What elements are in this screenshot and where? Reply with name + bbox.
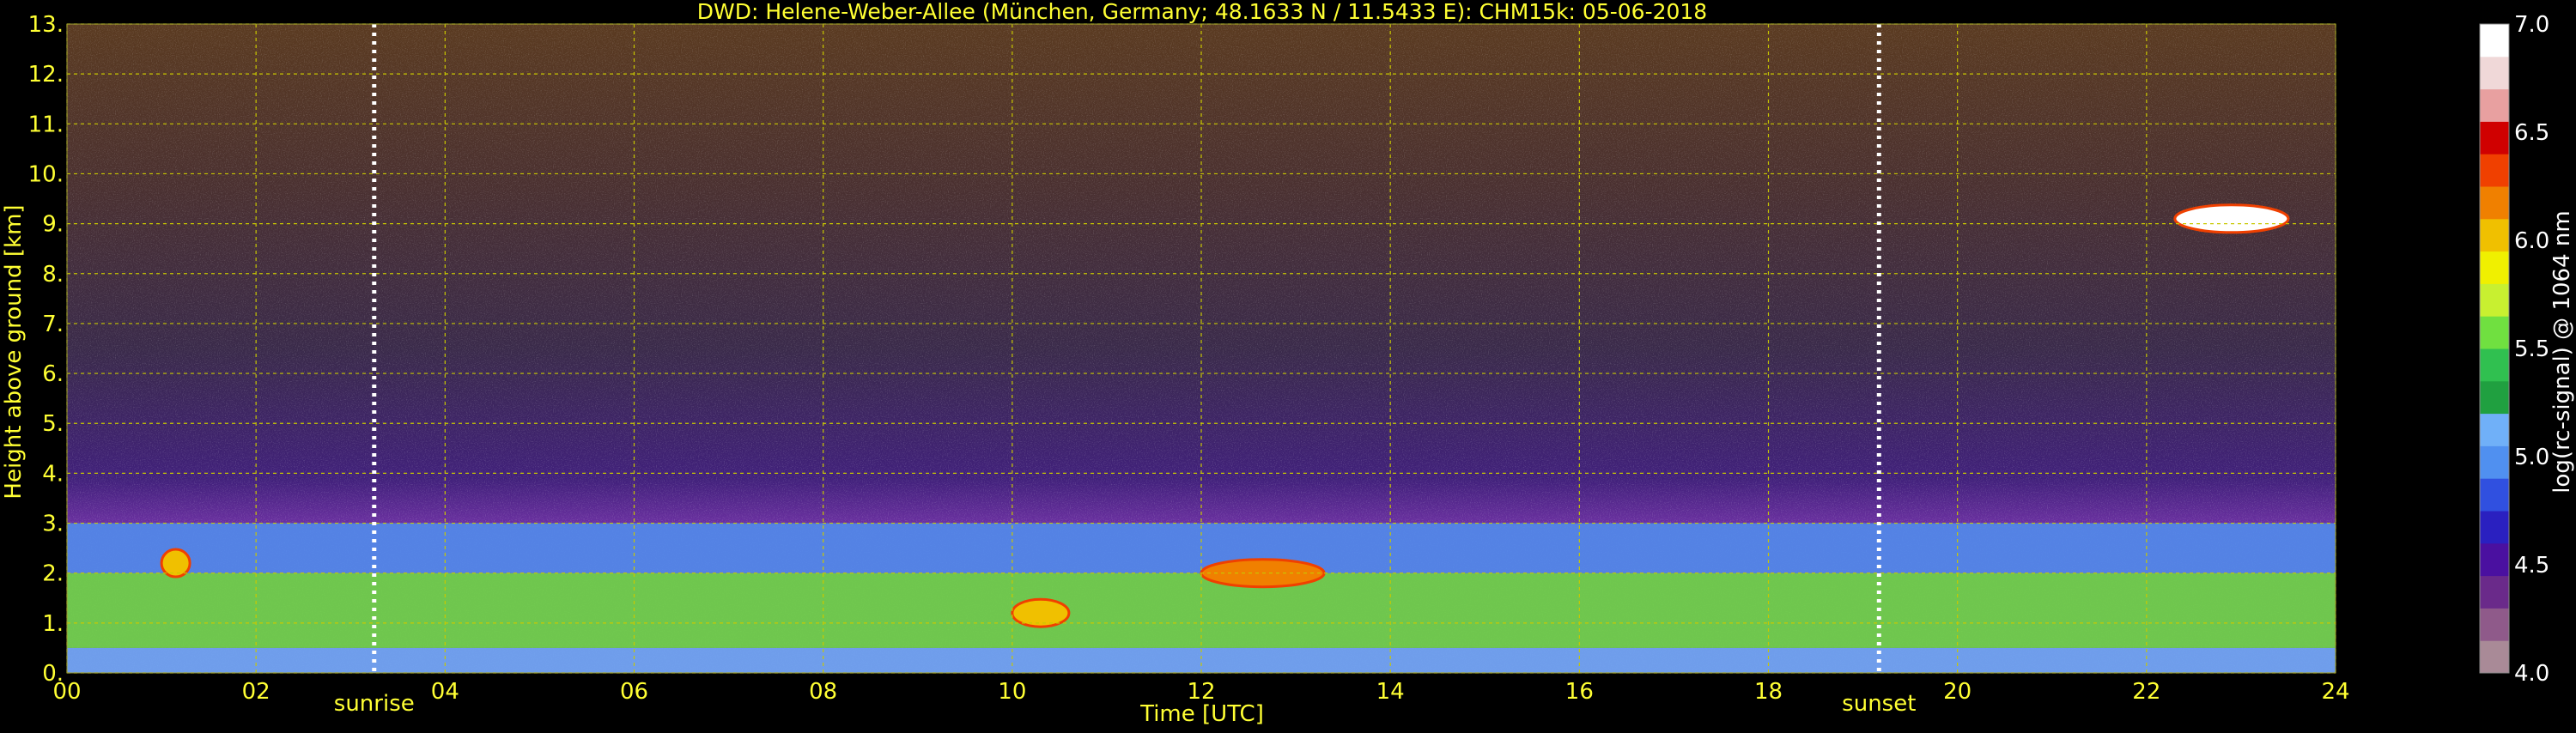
y-tick-label: 7. xyxy=(42,312,64,337)
x-tick-label: 14 xyxy=(1376,679,1405,705)
sunrise-label: sunrise xyxy=(334,691,415,717)
y-tick-label: 11. xyxy=(28,112,64,137)
x-tick-label: 06 xyxy=(620,679,648,705)
y-tick-label: 2. xyxy=(42,561,64,587)
colorbar-swatch xyxy=(2480,445,2509,479)
colorbar-swatch xyxy=(2480,348,2509,382)
y-tick-label: 12. xyxy=(28,62,64,88)
colorbar-swatch xyxy=(2480,608,2509,641)
y-tick-label: 4. xyxy=(42,461,64,487)
chart-title: DWD: Helene-Weber-Allee (München, German… xyxy=(697,0,1707,24)
y-tick-label: 6. xyxy=(42,361,64,387)
colorbar-swatch xyxy=(2480,640,2509,674)
chart-svg: sunrise sunset 00 02 04 06 08 10 12 14 16 18 20 22 24… xyxy=(1,0,2575,727)
colorbar-swatch xyxy=(2480,316,2509,349)
y-axis-label: Height above ground [km] xyxy=(1,204,27,499)
ceilometer-chart: sunrise sunset 00 02 04 06 08 10 12 14 16 18 20 22 24… xyxy=(0,0,2576,730)
y-tick-label: 1. xyxy=(42,611,64,637)
colorbar-tick-label: 5.0 xyxy=(2514,445,2549,470)
colorbar-label: log(rc-signal) @ 1064 nm xyxy=(2549,210,2575,493)
colorbar-swatch xyxy=(2480,478,2509,512)
colorbar-swatch xyxy=(2480,251,2509,284)
x-tick-label: 10 xyxy=(998,679,1026,705)
colorbar-swatch xyxy=(2480,413,2509,446)
x-axis-label: Time [UTC] xyxy=(1139,701,1264,727)
colorbar-swatch xyxy=(2480,542,2509,577)
y-tick-label: 9. xyxy=(42,212,64,238)
colorbar-swatch xyxy=(2480,154,2509,187)
colorbar: 4.0 4.5 5.0 5.5 6.0 6.5 7.0 xyxy=(2479,12,2549,687)
x-tick-label: 16 xyxy=(1565,679,1594,705)
colorbar-tick-label: 6.5 xyxy=(2514,120,2549,146)
colorbar-swatch xyxy=(2480,511,2509,544)
colorbar-tick-label: 6.0 xyxy=(2514,228,2549,254)
y-tick-label: 8. xyxy=(42,262,64,288)
x-tick-label: 02 xyxy=(242,679,270,705)
colorbar-swatch xyxy=(2480,56,2509,90)
colorbar-swatch xyxy=(2480,380,2509,415)
colorbar-tick-label: 4.0 xyxy=(2514,661,2549,687)
colorbar-tick-label: 7.0 xyxy=(2514,12,2549,38)
y-tick-label: 5. xyxy=(42,411,64,437)
cloud-event-3 xyxy=(2173,203,2290,234)
y-tick-label: 13. xyxy=(28,12,64,38)
colorbar-swatch xyxy=(2480,88,2509,122)
y-tick-label: 3. xyxy=(42,512,64,537)
y-tick-label: 10. xyxy=(28,161,64,187)
sunset-label: sunset xyxy=(1842,691,1916,717)
x-tick-label: 22 xyxy=(2132,679,2160,705)
y-tick-label: 0. xyxy=(42,661,64,687)
x-tick-label: 04 xyxy=(431,679,459,705)
colorbar-swatch xyxy=(2480,121,2509,154)
x-tick-label: 20 xyxy=(1943,679,1971,705)
colorbar-tick-label: 5.5 xyxy=(2514,336,2549,362)
x-tick-label: 18 xyxy=(1754,679,1783,705)
colorbar-swatch xyxy=(2480,186,2509,220)
colorbar-swatch xyxy=(2480,283,2509,317)
colorbar-swatch xyxy=(2480,24,2509,58)
x-tick-label: 08 xyxy=(809,679,837,705)
x-tick-label: 24 xyxy=(2321,679,2349,705)
cloud-event-1 xyxy=(1011,597,1071,628)
colorbar-swatch xyxy=(2480,575,2509,609)
colorbar-tick-label: 4.5 xyxy=(2514,553,2549,579)
colorbar-swatch xyxy=(2480,218,2509,252)
y-axis-ticks: 0. 1. 2. 3. 4. 5. 6. 7. 8. 9. 10. 11. 12. 13. xyxy=(28,12,64,687)
